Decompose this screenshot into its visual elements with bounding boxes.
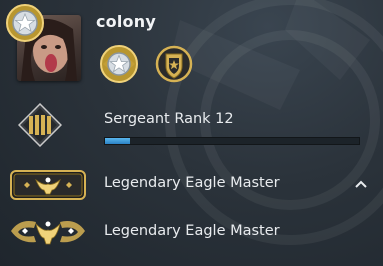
sergeant-chevron-icon	[18, 103, 62, 147]
primary-rank-label: Legendary Eagle Master	[104, 175, 280, 191]
username: colony	[96, 12, 156, 31]
chevron-up-icon[interactable]	[353, 176, 369, 192]
legendary-eagle-master-icon	[10, 170, 86, 200]
silver-star-coin-icon[interactable]	[99, 44, 139, 84]
secondary-rank-label: Legendary Eagle Master	[104, 223, 280, 239]
xp-progress-fill	[105, 138, 131, 144]
player-avatar-container[interactable]	[6, 4, 81, 81]
rank-label: Sergeant Rank 12	[104, 111, 234, 127]
legendary-eagle-master-icon	[11, 221, 85, 245]
xp-progress-bar	[104, 137, 360, 145]
silver-star-coin-icon	[6, 4, 44, 42]
gold-shield-coin-icon[interactable]	[154, 44, 194, 84]
